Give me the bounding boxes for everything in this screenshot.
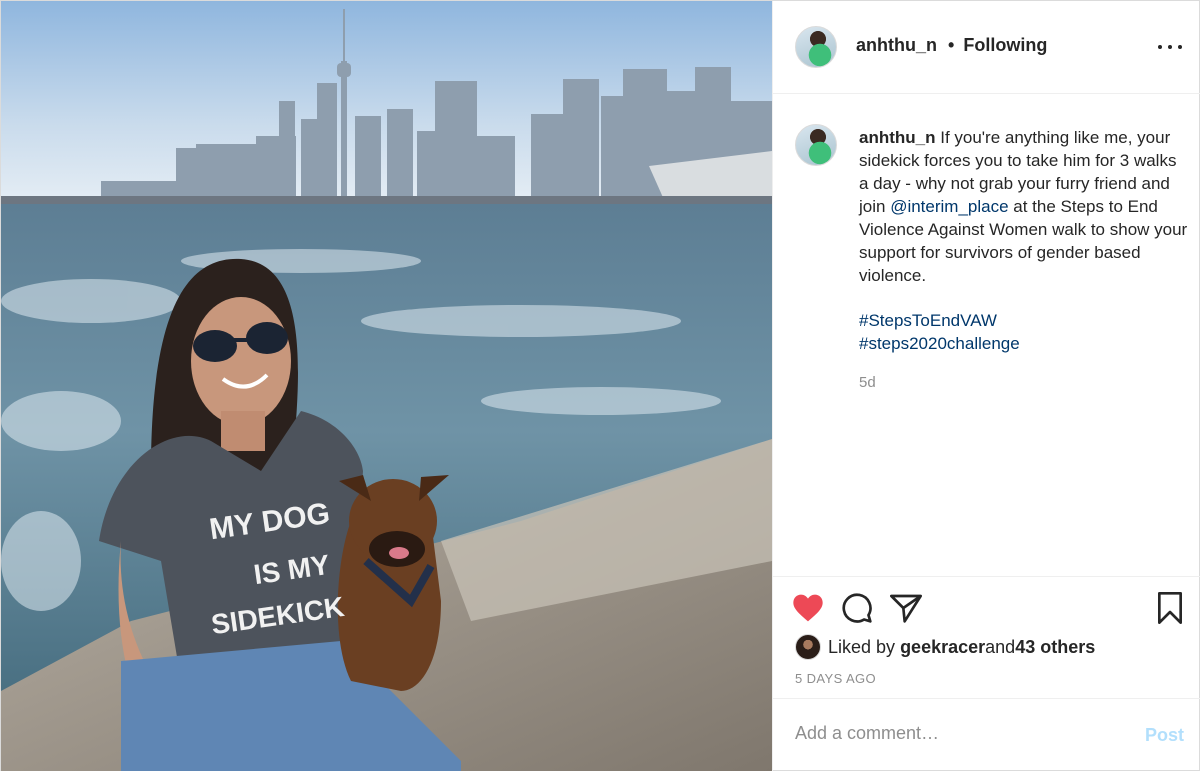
- author-avatar[interactable]: [795, 26, 837, 68]
- following-button[interactable]: Following: [963, 35, 1047, 55]
- more-icon[interactable]: [1158, 35, 1182, 59]
- author-row: anhthu_n • Following: [856, 35, 1047, 56]
- caption-avatar[interactable]: [795, 124, 837, 166]
- photo-illustration: MY DOG IS MY SIDEKICK: [1, 1, 772, 771]
- liker-username[interactable]: geekracer: [900, 637, 985, 658]
- hashtag-link[interactable]: #steps2020challenge: [859, 332, 1020, 355]
- post-header: anhthu_n • Following: [773, 1, 1200, 94]
- heart-icon[interactable]: [791, 591, 825, 625]
- bookmark-icon[interactable]: [1153, 591, 1187, 625]
- post-comment-button[interactable]: Post: [1145, 725, 1184, 746]
- likes-prefix: Liked by: [828, 636, 896, 657]
- author-username[interactable]: anhthu_n: [856, 35, 937, 55]
- post-side-panel: anhthu_n • Following anhthu_n If you're …: [772, 1, 1200, 771]
- liker-avatar[interactable]: [795, 634, 821, 660]
- caption-area: anhthu_n If you're anything like me, you…: [773, 94, 1200, 576]
- comment-box: Post: [773, 698, 1200, 771]
- hashtag-list: #StepsToEndVAW #steps2020challenge: [859, 309, 1020, 355]
- caption-text: anhthu_n If you're anything like me, you…: [859, 126, 1189, 287]
- likes-middle: and: [985, 636, 1016, 657]
- post-timestamp[interactable]: 5 DAYS AGO: [795, 671, 876, 686]
- likes-summary: Liked by geekracer and 43 others: [795, 634, 1095, 660]
- caption-username[interactable]: anhthu_n: [859, 128, 936, 147]
- action-bar: Liked by geekracer and 43 others 5 DAYS …: [773, 576, 1200, 698]
- hashtag-link[interactable]: #StepsToEndVAW: [859, 309, 1020, 332]
- instagram-post: MY DOG IS MY SIDEKICK anhthu_n • Followi…: [0, 0, 1200, 771]
- comment-input[interactable]: [795, 723, 1115, 744]
- caption-age[interactable]: 5d: [859, 374, 876, 391]
- separator-dot: •: [948, 35, 955, 55]
- caption-mention-link[interactable]: @interim_place: [890, 197, 1008, 216]
- share-icon[interactable]: [889, 591, 923, 625]
- comment-icon[interactable]: [840, 591, 874, 625]
- likes-others-link[interactable]: 43 others: [1015, 637, 1095, 658]
- post-photo[interactable]: MY DOG IS MY SIDEKICK: [1, 1, 772, 771]
